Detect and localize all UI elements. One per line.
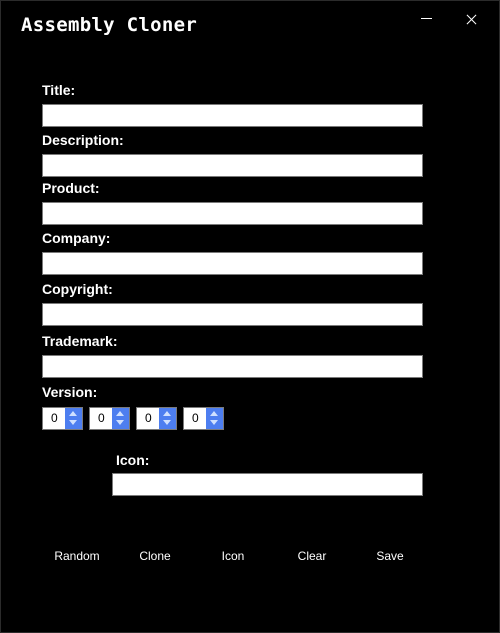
spinner-buttons[interactable] [112, 408, 129, 429]
copyright-input[interactable] [42, 303, 423, 326]
close-icon [466, 14, 477, 25]
company-input[interactable] [42, 252, 423, 275]
copyright-label: Copyright: [42, 281, 113, 297]
description-label: Description: [42, 132, 124, 148]
spinner-buttons[interactable] [206, 408, 223, 429]
version-label: Version: [42, 384, 98, 400]
arrow-up-icon [210, 411, 218, 416]
version-major-value: 0 [51, 411, 58, 425]
version-revision-value: 0 [192, 411, 199, 425]
arrow-up-icon [116, 411, 124, 416]
window-title: Assembly Cloner [21, 14, 198, 36]
product-label: Product: [42, 180, 100, 196]
version-minor-value: 0 [98, 411, 105, 425]
company-label: Company: [42, 230, 111, 246]
description-input[interactable] [42, 154, 423, 177]
clone-button[interactable]: Clone [119, 546, 191, 566]
trademark-label: Trademark: [42, 333, 118, 349]
icon-path-input[interactable] [112, 473, 423, 496]
random-button[interactable]: Random [41, 546, 113, 566]
title-label: Title: [42, 82, 76, 98]
spinner-buttons[interactable] [65, 408, 82, 429]
icon-label: Icon: [116, 452, 150, 468]
save-button[interactable]: Save [354, 546, 426, 566]
arrow-down-icon [69, 420, 77, 425]
product-input[interactable] [42, 202, 423, 225]
icon-button[interactable]: Icon [197, 546, 269, 566]
version-major-spinner[interactable]: 0 [42, 407, 83, 430]
arrow-down-icon [210, 420, 218, 425]
minimize-icon [420, 18, 432, 19]
version-build-value: 0 [145, 411, 152, 425]
clear-button[interactable]: Clear [276, 546, 348, 566]
version-build-spinner[interactable]: 0 [136, 407, 177, 430]
version-revision-spinner[interactable]: 0 [183, 407, 224, 430]
spinner-buttons[interactable] [159, 408, 176, 429]
arrow-up-icon [163, 411, 171, 416]
arrow-down-icon [163, 420, 171, 425]
arrow-up-icon [69, 411, 77, 416]
trademark-input[interactable] [42, 355, 423, 378]
title-input[interactable] [42, 104, 423, 127]
app-window: Assembly Cloner Title: Description: Prod… [0, 0, 500, 633]
version-minor-spinner[interactable]: 0 [89, 407, 130, 430]
arrow-down-icon [116, 420, 124, 425]
minimize-button[interactable] [411, 6, 441, 32]
close-button[interactable] [456, 6, 486, 32]
